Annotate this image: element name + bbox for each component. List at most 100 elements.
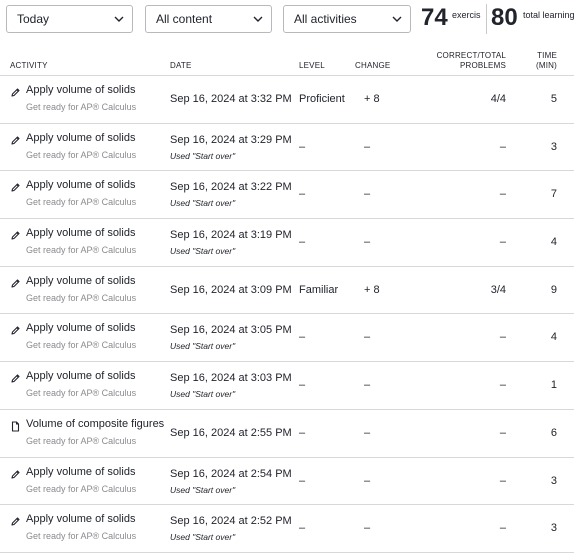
table-row[interactable]: Apply volume of solids Get ready for AP® … (0, 171, 574, 220)
table-row[interactable]: Apply volume of solids Get ready for AP® … (0, 314, 574, 363)
table-row[interactable]: Apply volume of solids Get ready for AP® … (0, 505, 574, 553)
date-range-select[interactable]: Today (6, 5, 133, 33)
activity-level: – (299, 236, 306, 249)
activity-filter-select[interactable]: All activities (283, 5, 411, 33)
activity-table-header: ACTIVITY DATE LEVEL CHANGE CORRECT/TOTAL… (0, 44, 574, 76)
activity-change: – (364, 426, 371, 439)
table-row[interactable]: Apply volume of solids Get ready for AP® … (0, 219, 574, 267)
activity-course: Get ready for AP® Calculus (26, 197, 137, 208)
activity-level: Familiar (299, 283, 339, 296)
activity-time-min: 4 (550, 236, 557, 249)
activity-level: – (299, 331, 306, 344)
activity-date: Sep 16, 2024 at 3:32 PM (170, 93, 292, 105)
pencil-icon (10, 135, 21, 146)
activity-date: Sep 16, 2024 at 3:29 PM (170, 133, 292, 146)
activity-title[interactable]: Apply volume of solids (26, 466, 135, 478)
pencil-icon (10, 373, 21, 384)
column-header-time-line2: (MIN) (536, 61, 557, 70)
total-learning-value: 80 (491, 4, 518, 31)
content-filter-select[interactable]: All content (145, 5, 272, 33)
activity-level: – (299, 379, 306, 392)
activity-filter-value: All activities (294, 12, 357, 26)
activity-date: Sep 16, 2024 at 2:52 PM (170, 515, 292, 528)
table-row[interactable]: Apply volume of solids Get ready for AP® … (0, 76, 574, 124)
activity-date: Sep 16, 2024 at 2:54 PM (170, 467, 292, 480)
activity-level: Proficient (299, 93, 345, 105)
activity-time-min: 3 (550, 522, 557, 535)
table-row[interactable]: Apply volume of solids Get ready for AP® … (0, 124, 574, 172)
exercise-minutes-stat: 74 exercis min (421, 2, 483, 36)
activity-note: Used "Start over" (170, 150, 236, 161)
activity-note: Used "Start over" (170, 484, 236, 495)
activity-change: – (364, 379, 371, 392)
activity-change: – (364, 188, 371, 201)
column-header-correct-line1: CORRECT/TOTAL (436, 51, 506, 60)
activity-correct-total: – (499, 522, 506, 535)
activity-title[interactable]: Apply volume of solids (26, 227, 135, 239)
activity-title[interactable]: Apply volume of solids (26, 370, 135, 382)
activity-correct-total: – (499, 426, 506, 439)
table-row[interactable]: Apply volume of solids Get ready for AP® … (0, 267, 574, 315)
activity-change: – (364, 236, 371, 249)
activity-level: – (299, 188, 306, 201)
activity-time-min: 1 (550, 379, 557, 392)
activity-course: Get ready for AP® Calculus (26, 102, 137, 112)
activity-level: – (299, 426, 306, 439)
activity-time-min: 6 (550, 426, 557, 439)
activity-note: Used "Start over" (170, 198, 236, 209)
table-row[interactable]: Apply volume of solids Get ready for AP® … (0, 362, 574, 410)
activity-title[interactable]: Apply volume of solids (26, 84, 135, 96)
activity-course: Get ready for AP® Calculus (26, 531, 137, 542)
activity-change: – (364, 331, 371, 344)
activity-course: Get ready for AP® Calculus (26, 340, 137, 351)
activity-course: Get ready for AP® Calculus (26, 292, 137, 303)
activity-level: – (299, 140, 306, 153)
activity-correct-total: 3/4 (490, 283, 506, 296)
column-header-change: CHANGE (355, 61, 391, 70)
column-header-correct-total: CORRECT/TOTAL PROBLEMS (416, 51, 506, 71)
activity-time-min: 5 (550, 93, 557, 105)
activity-title[interactable]: Apply volume of solids (26, 513, 135, 525)
pencil-icon (10, 230, 21, 241)
document-icon (10, 421, 21, 432)
exercise-minutes-label: exercis min (452, 10, 482, 20)
pencil-icon (10, 516, 21, 527)
table-row[interactable]: Apply volume of solids Get ready for AP® … (0, 458, 574, 506)
activity-level: – (299, 522, 306, 535)
chevron-down-icon (392, 15, 402, 23)
activity-correct-total: – (499, 236, 506, 249)
activity-title[interactable]: Volume of composite figures (26, 418, 164, 430)
pencil-icon (10, 87, 21, 98)
activity-correct-total: – (499, 331, 506, 344)
activity-level: – (299, 474, 306, 487)
column-header-date: DATE (170, 61, 192, 70)
content-filter-value: All content (156, 12, 213, 26)
column-header-time-line1: TIME (537, 51, 557, 60)
total-learning-label: total learning... (523, 10, 574, 20)
activity-course: Get ready for AP® Calculus (26, 149, 137, 160)
activity-date: Sep 16, 2024 at 3:19 PM (170, 229, 292, 242)
stat-divider (486, 4, 487, 34)
activity-title[interactable]: Apply volume of solids (26, 179, 135, 191)
activity-note: Used "Start over" (170, 389, 236, 400)
table-row[interactable]: Volume of composite figures Get ready for… (0, 410, 574, 458)
activity-title[interactable]: Apply volume of solids (26, 275, 135, 287)
activity-correct-total: – (499, 379, 506, 392)
activity-note: Used "Start over" (170, 341, 236, 352)
total-learning-stat: 80 total learning... (491, 2, 574, 36)
date-range-value: Today (17, 12, 50, 26)
activity-change: – (364, 474, 371, 487)
activity-correct-total: 4/4 (490, 93, 506, 105)
pencil-icon (10, 325, 21, 336)
activity-course: Get ready for AP® Calculus (26, 483, 137, 494)
activity-date: Sep 16, 2024 at 3:03 PM (170, 372, 292, 385)
chevron-down-icon (253, 15, 263, 23)
activity-time-min: 9 (550, 283, 557, 296)
activity-change: – (364, 522, 371, 535)
column-header-level: LEVEL (299, 61, 325, 70)
activity-title[interactable]: Apply volume of solids (26, 132, 135, 144)
activity-title[interactable]: Apply volume of solids (26, 322, 135, 334)
pencil-icon (10, 469, 21, 480)
activity-course: Get ready for AP® Calculus (26, 245, 137, 256)
column-header-correct-line2: PROBLEMS (459, 61, 506, 70)
